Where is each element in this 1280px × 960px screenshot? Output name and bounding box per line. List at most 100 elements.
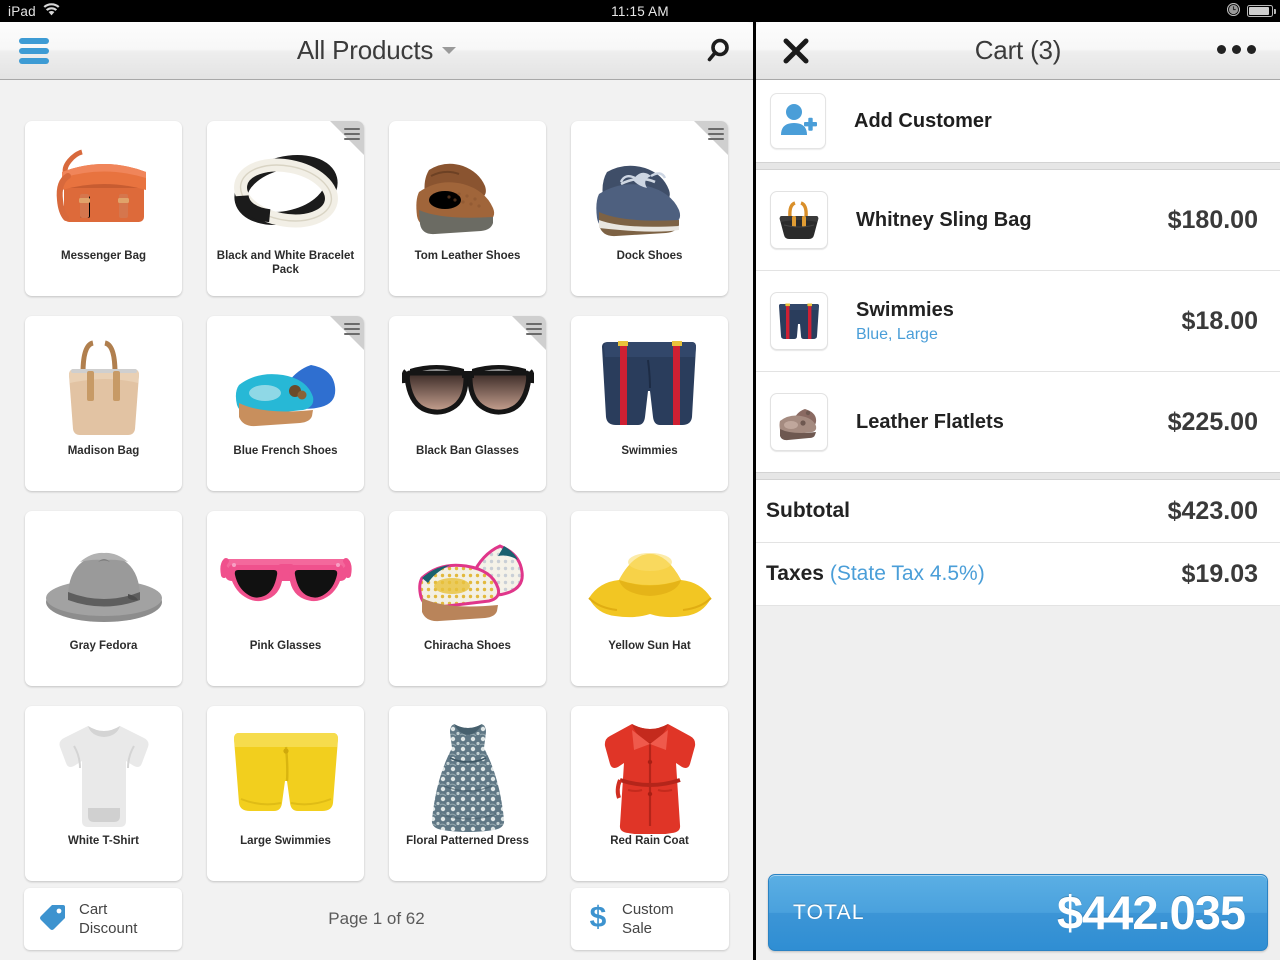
add-customer-button[interactable]: Add Customer xyxy=(756,80,1280,162)
add-customer-label: Add Customer xyxy=(854,109,992,132)
ellipsis-icon[interactable] xyxy=(1217,45,1256,54)
product-card[interactable]: Yellow Sun Hat xyxy=(571,511,728,686)
product-card[interactable]: Messenger Bag xyxy=(25,121,182,296)
black-sunglasses xyxy=(389,316,546,444)
red-rain-coat xyxy=(571,706,728,834)
status-bar-time: 11:15 AM xyxy=(611,3,669,19)
ipad-pos-screen: iPad 11:15 AM All Products Messenger Bag… xyxy=(0,0,1280,960)
taxes-row[interactable]: Taxes (State Tax 4.5%) $19.03 xyxy=(756,543,1280,605)
cart-navbar: Cart (3) xyxy=(756,22,1280,80)
product-name: Pink Glasses xyxy=(249,640,322,652)
product-card[interactable]: Swimmies xyxy=(571,316,728,491)
products-pane: All Products Messenger Bag Black and Whi… xyxy=(0,22,753,960)
yellow-sun-hat xyxy=(571,511,728,639)
tax-rate-label: (State Tax 4.5%) xyxy=(829,562,985,585)
product-card[interactable]: Pink Glasses xyxy=(207,511,364,686)
subtotal-row: Subtotal $423.00 xyxy=(756,480,1280,542)
product-card[interactable]: Black and White Bracelet Pack xyxy=(207,121,364,296)
total-bar-container: TOTAL $442.035 xyxy=(756,865,1280,960)
product-name: Swimmies xyxy=(621,445,678,457)
product-name: Messenger Bag xyxy=(60,250,146,262)
chevron-down-icon xyxy=(442,47,457,54)
search-icon[interactable] xyxy=(703,36,733,71)
product-name: Blue French Shoes xyxy=(233,445,338,457)
patterned-flats xyxy=(389,511,546,639)
product-name: Chiracha Shoes xyxy=(424,640,511,652)
product-name: Yellow Sun Hat xyxy=(608,640,691,652)
cart-line-item[interactable]: Swimmies Blue, Large $18.00 xyxy=(756,271,1280,371)
brown-flats xyxy=(770,393,828,451)
clock-icon xyxy=(1226,2,1241,19)
product-card[interactable]: Red Rain Coat xyxy=(571,706,728,881)
cart-item-name: Leather Flatlets xyxy=(856,410,1004,433)
gray-fedora-hat xyxy=(25,511,182,639)
checkout-total-button[interactable]: TOTAL $442.035 xyxy=(768,874,1268,951)
navy-swim-shorts xyxy=(770,292,828,350)
close-x-icon[interactable] xyxy=(782,37,810,70)
product-grid: Messenger Bag Black and White Bracelet P… xyxy=(0,80,753,900)
brown-leather-loafers xyxy=(389,121,546,249)
black-sling-bag xyxy=(770,191,828,249)
product-grid-row: Madison Bag Blue French Shoes Black Ban … xyxy=(25,316,753,491)
product-card[interactable]: Black Ban Glasses xyxy=(389,316,546,491)
product-card[interactable]: Dock Shoes xyxy=(571,121,728,296)
product-name: Red Rain Coat xyxy=(610,835,689,847)
white-tshirt xyxy=(25,706,182,834)
black-white-bracelets xyxy=(207,121,364,249)
subtotal-value: $423.00 xyxy=(1167,496,1258,525)
hamburger-menu-icon[interactable] xyxy=(19,38,49,64)
cart-empty-space xyxy=(756,606,1280,856)
product-grid-row: Messenger Bag Black and White Bracelet P… xyxy=(25,121,753,296)
product-name: Black Ban Glasses xyxy=(416,445,519,457)
navy-swim-shorts xyxy=(571,316,728,444)
orange-messenger-bag xyxy=(25,121,182,249)
products-footer: Cart Discount Page 1 of 62 $ Custom Sale xyxy=(0,878,753,960)
product-name: Dock Shoes xyxy=(616,250,683,262)
yellow-shorts xyxy=(207,706,364,834)
custom-sale-button[interactable]: $ Custom Sale xyxy=(570,888,729,950)
product-card[interactable]: Large Swimmies xyxy=(207,706,364,881)
product-grid-row: White T-Shirt Large Swimmies Floral Patt… xyxy=(25,706,753,881)
taxes-label: Taxes (State Tax 4.5%) xyxy=(766,562,985,585)
product-name: Floral Patterned Dress xyxy=(406,835,529,847)
product-card[interactable]: Gray Fedora xyxy=(25,511,182,686)
cart-item-name: Swimmies xyxy=(856,298,954,321)
product-name: Tom Leather Shoes xyxy=(414,250,521,262)
cart-item-info: Leather Flatlets xyxy=(828,411,1168,434)
product-name: White T-Shirt xyxy=(68,835,139,847)
product-card[interactable]: White T-Shirt xyxy=(25,706,182,881)
total-value: $442.035 xyxy=(1056,886,1246,939)
product-name: Gray Fedora xyxy=(69,640,138,652)
products-title[interactable]: All Products xyxy=(0,35,753,66)
add-person-icon xyxy=(770,93,826,149)
total-label: TOTAL xyxy=(793,900,865,924)
product-name: Black and White Bracelet Pack xyxy=(216,250,355,276)
product-card[interactable]: Floral Patterned Dress xyxy=(389,706,546,881)
ios-status-bar: iPad 11:15 AM xyxy=(0,0,1280,22)
product-grid-row: Gray Fedora Pink Glasses Chiracha Shoes … xyxy=(25,511,753,686)
floral-dress xyxy=(389,706,546,834)
blue-flats xyxy=(207,316,364,444)
product-card[interactable]: Tom Leather Shoes xyxy=(389,121,546,296)
price-tag-icon xyxy=(38,902,68,937)
product-name: Madison Bag xyxy=(67,445,140,457)
cart-line-item[interactable]: Leather Flatlets $225.00 xyxy=(756,372,1280,472)
product-name: Large Swimmies xyxy=(240,835,331,847)
dollar-sign-icon: $ xyxy=(585,901,611,938)
taxes-value: $19.03 xyxy=(1181,559,1258,588)
cart-discount-label: Cart Discount xyxy=(79,901,138,937)
cart-pane: Cart (3) Add Customer Whitney Sling Bag … xyxy=(756,22,1280,960)
page-indicator: Page 1 of 62 xyxy=(328,909,425,928)
cart-item-price: $225.00 xyxy=(1167,407,1258,436)
product-card[interactable]: Blue French Shoes xyxy=(207,316,364,491)
tan-tote-bag xyxy=(25,316,182,444)
cart-content: Add Customer Whitney Sling Bag $180.00 S… xyxy=(756,80,1280,960)
section-separator xyxy=(756,162,1280,170)
cart-title: Cart (3) xyxy=(974,35,1062,65)
product-card[interactable]: Chiracha Shoes xyxy=(389,511,546,686)
product-card[interactable]: Madison Bag xyxy=(25,316,182,491)
cart-item-price: $180.00 xyxy=(1167,205,1258,234)
blue-boat-shoes xyxy=(571,121,728,249)
cart-discount-button[interactable]: Cart Discount xyxy=(24,888,182,950)
cart-line-item[interactable]: Whitney Sling Bag $180.00 xyxy=(756,170,1280,270)
